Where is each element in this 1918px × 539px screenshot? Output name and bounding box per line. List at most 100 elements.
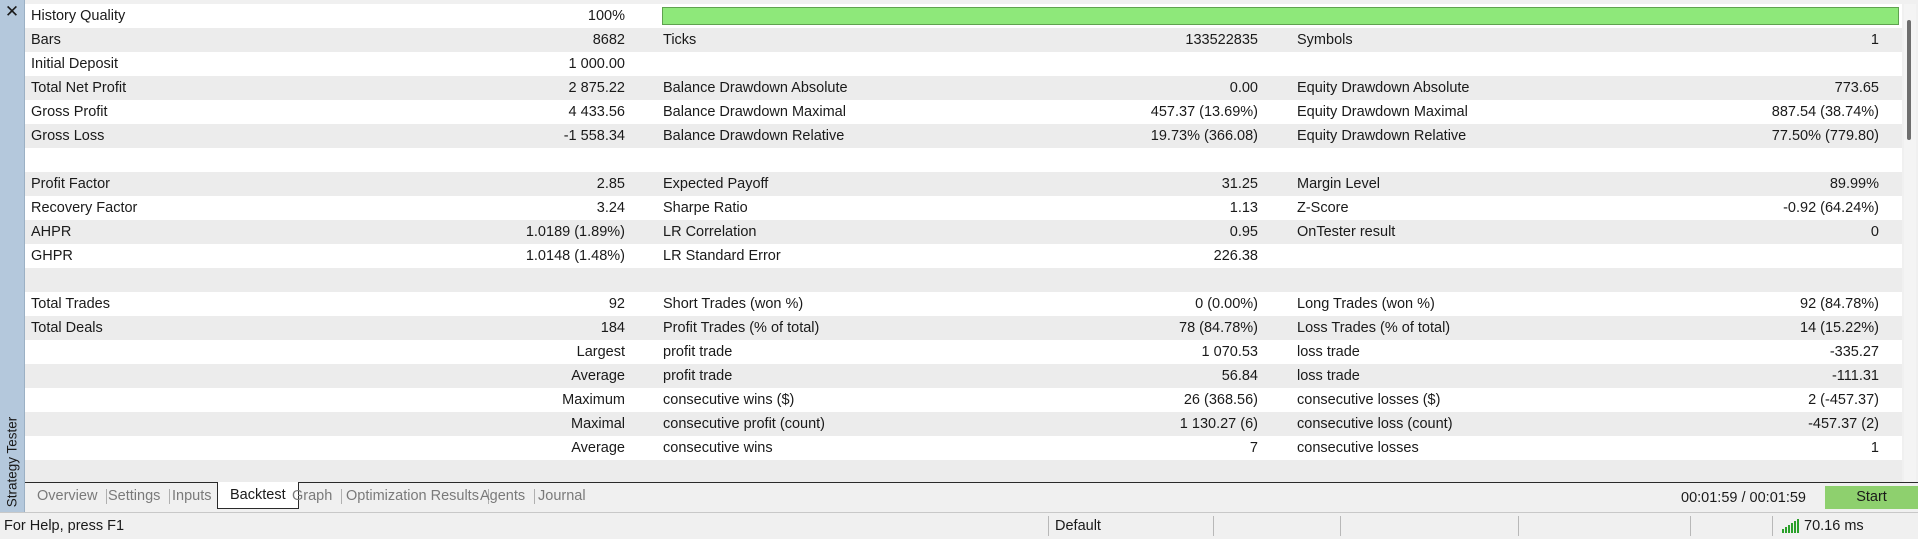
report-value: 3.24 [596,200,625,216]
report-row: Average profit trade 56.84 loss trade -111.3… [25,364,1902,388]
start-button[interactable]: Start [1825,486,1918,509]
report-value: 4 433.56 [568,104,625,120]
tab-optimization-results[interactable]: Optimization Results [346,483,489,509]
report-value: 184 [600,320,625,336]
report-label: Gross Loss [31,128,105,144]
report-label: Equity Drawdown Relative [1297,128,1467,144]
report-value: Average [571,368,625,384]
report-label: Gross Profit [31,104,108,120]
report-label: LR Correlation [663,224,757,240]
report-value: 92 (84.78%) [1800,296,1879,312]
report-value: 77.50% (779.80) [1771,128,1879,144]
report-label: consecutive profit (count) [663,416,825,432]
status-divider [1518,516,1519,536]
report-value: 0 (0.00%) [1195,296,1258,312]
status-divider [1048,516,1049,536]
report-row [25,268,1902,292]
report-value: 226.38 [1213,248,1258,264]
report-value: 19.73% (366.08) [1150,128,1258,144]
report-label: consecutive wins ($) [663,392,795,408]
report-row: Initial Deposit 1 000.00 [25,52,1902,76]
report-value: 100% [587,8,625,24]
report-label: Initial Deposit [31,56,119,72]
report-value: 1 130.27 (6) [1179,416,1258,432]
report-value: 14 (15.22%) [1800,320,1879,336]
report-row [25,148,1902,172]
report-value: 92 [608,296,625,312]
report-label: Sharpe Ratio [663,200,748,216]
panel-title: Strategy Tester [4,416,20,508]
report-value: 0 [1870,224,1879,240]
report-value: 78 (84.78%) [1179,320,1258,336]
report-label: Profit Trades (% of total) [663,320,820,336]
report-value: 56.84 [1221,368,1258,384]
tab-graph[interactable]: Graph [292,483,343,509]
report-label: History Quality [31,8,126,24]
report-row: Bars 8682 Ticks 133522835 Symbols 1 [25,28,1902,52]
report-value: -457.37 (2) [1808,416,1879,432]
report-label: Equity Drawdown Maximal [1297,104,1468,120]
tab-agents[interactable]: Agents [480,483,536,509]
help-hint: For Help, press F1 [4,518,125,534]
report-label: Balance Drawdown Absolute [663,80,848,96]
report-label: Total Trades [31,296,110,312]
report-label: Long Trades (won %) [1297,296,1435,312]
report-value: 1 000.00 [568,56,625,72]
report-value: 133522835 [1185,32,1258,48]
report-label: loss trade [1297,368,1360,384]
ping-value: 70.16 ms [1804,518,1864,534]
report-value: 2 (-457.37) [1808,392,1879,408]
report-row: AHPR 1.0189 (1.89%) LR Correlation 0.95 OnTe… [25,220,1902,244]
report-row: Total Trades 92 Short Trades (won %) 0 (0.0… [25,292,1902,316]
backtest-report: History Quality 100% Bars 8682 Ticks 13352283… [25,4,1902,482]
report-label: Z-Score [1297,200,1349,216]
report-label: profit trade [663,368,733,384]
report-label: Profit Factor [31,176,110,192]
status-divider [1340,516,1341,536]
report-label: Balance Drawdown Maximal [663,104,846,120]
tab-overview[interactable]: Overview [37,483,108,509]
report-label: Total Net Profit [31,80,127,96]
scrollbar-thumb[interactable] [1907,20,1911,140]
report-label: Recovery Factor [31,200,138,216]
report-row: Maximal consecutive profit (count) 1 130.2… [25,412,1902,436]
report-value: 1 [1870,32,1879,48]
report-label: LR Standard Error [663,248,781,264]
report-label: consecutive losses ($) [1297,392,1441,408]
report-label: Symbols [1297,32,1353,48]
report-row: Maximum consecutive wins ($) 26 (368.56) co… [25,388,1902,412]
report-value: 26 (368.56) [1183,392,1258,408]
tab-inputs[interactable]: Inputs [172,483,221,509]
tab-bar: Overview Settings Inputs Backtest Graph … [25,482,1918,513]
signal-bars-icon [1782,519,1799,533]
tab-settings[interactable]: Settings [108,483,171,509]
report-label: Equity Drawdown Absolute [1297,80,1470,96]
status-divider [1772,516,1773,536]
report-value: 1 070.53 [1201,344,1258,360]
tab-backtest[interactable]: Backtest [217,482,299,509]
report-row: Profit Factor 2.85 Expected Payoff 31.25 Mar… [25,172,1902,196]
report-label: Loss Trades (% of total) [1297,320,1451,336]
report-value: 2 875.22 [568,80,625,96]
report-row: Largest profit trade 1 070.53 loss trade -33… [25,340,1902,364]
report-row: Total Net Profit 2 875.22 Balance Drawdown… [25,76,1902,100]
report-value: -111.31 [1831,368,1879,384]
report-value: 1.13 [1229,200,1258,216]
close-icon[interactable]: ✕ [0,0,24,24]
profile-name[interactable]: Default [1055,513,1101,539]
report-value: 2.85 [596,176,625,192]
report-row: Gross Profit 4 433.56 Balance Drawdown Max… [25,100,1902,124]
report-row [25,460,1902,482]
tab-journal[interactable]: Journal [538,483,586,509]
history-quality-bar [662,7,1899,25]
status-divider [1213,516,1214,536]
elapsed-timer: 00:01:59 / 00:01:59 [1681,490,1806,506]
status-divider [1690,516,1691,536]
report-value: -0.92 (64.24%) [1783,200,1879,216]
report-row: Average consecutive wins 7 consecutive loss… [25,436,1902,460]
vertical-scrollbar[interactable] [1904,4,1916,482]
report-value: 8682 [592,32,625,48]
report-row: History Quality 100% [25,4,1902,28]
report-label: consecutive losses [1297,440,1419,456]
report-value: 0.00 [1229,80,1258,96]
